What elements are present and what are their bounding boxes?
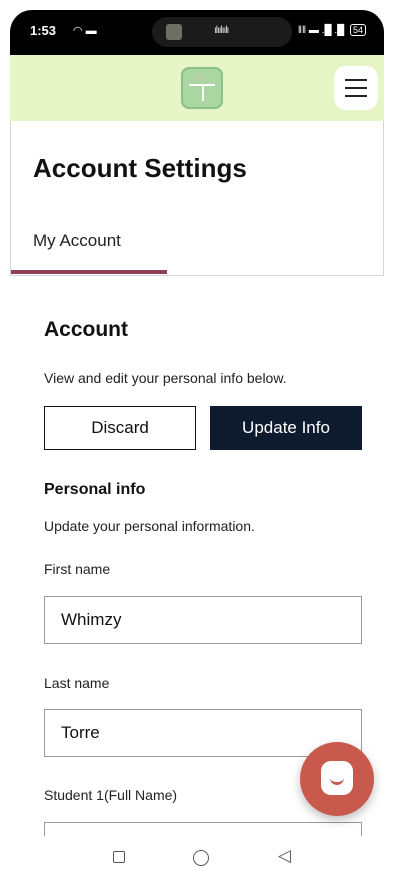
first-name-label: First name: [44, 561, 111, 577]
first-name-field[interactable]: Whimzy: [44, 596, 362, 644]
chat-button[interactable]: [300, 742, 374, 816]
system-status-icons: ‖‖ ▬ .█ .█ 54: [298, 24, 366, 36]
system-nav-bar: ◁: [0, 836, 394, 871]
update-info-button[interactable]: Update Info: [210, 406, 362, 450]
active-tab-indicator: [11, 270, 167, 274]
recents-icon[interactable]: [113, 851, 125, 863]
dynamic-island: ılıılıılı: [152, 17, 292, 47]
last-name-label: Last name: [44, 675, 110, 691]
page-title: Account Settings: [33, 153, 247, 183]
status-time: 1:53: [30, 23, 57, 38]
audio-wave-icon: ılıılıılı: [214, 25, 229, 36]
discard-button[interactable]: Discard: [44, 406, 196, 450]
status-bar: 1:53 ◠ ▬ ılıılıılı ‖‖ ▬ .█ .█ 54: [10, 10, 384, 55]
account-settings-card: Account Settings My Account: [10, 121, 384, 276]
student-1-label: Student 1(Full Name): [44, 787, 178, 803]
hamburger-menu-icon[interactable]: [334, 66, 378, 110]
signal-icons: ‖‖ ▬ .█ .█: [297, 25, 345, 36]
notification-icons: ◠ ▬: [73, 25, 97, 37]
app-logo-icon[interactable]: ☆: [181, 67, 223, 109]
personal-info-description: Update your personal information.: [44, 518, 255, 534]
app-header: ☆: [10, 55, 384, 121]
battery-icon: 54: [349, 24, 366, 36]
account-heading: Account: [44, 318, 128, 341]
back-icon[interactable]: ◁: [278, 846, 291, 866]
personal-info-heading: Personal info: [44, 481, 146, 498]
home-icon[interactable]: [193, 850, 209, 866]
tab-my-account[interactable]: My Account: [33, 231, 121, 251]
logo-star-icon: ☆: [195, 72, 205, 84]
tabs-divider: [11, 275, 383, 276]
chat-icon: [321, 761, 353, 795]
media-thumbnail-icon: [166, 24, 182, 40]
account-description: View and edit your personal info below.: [44, 370, 287, 386]
